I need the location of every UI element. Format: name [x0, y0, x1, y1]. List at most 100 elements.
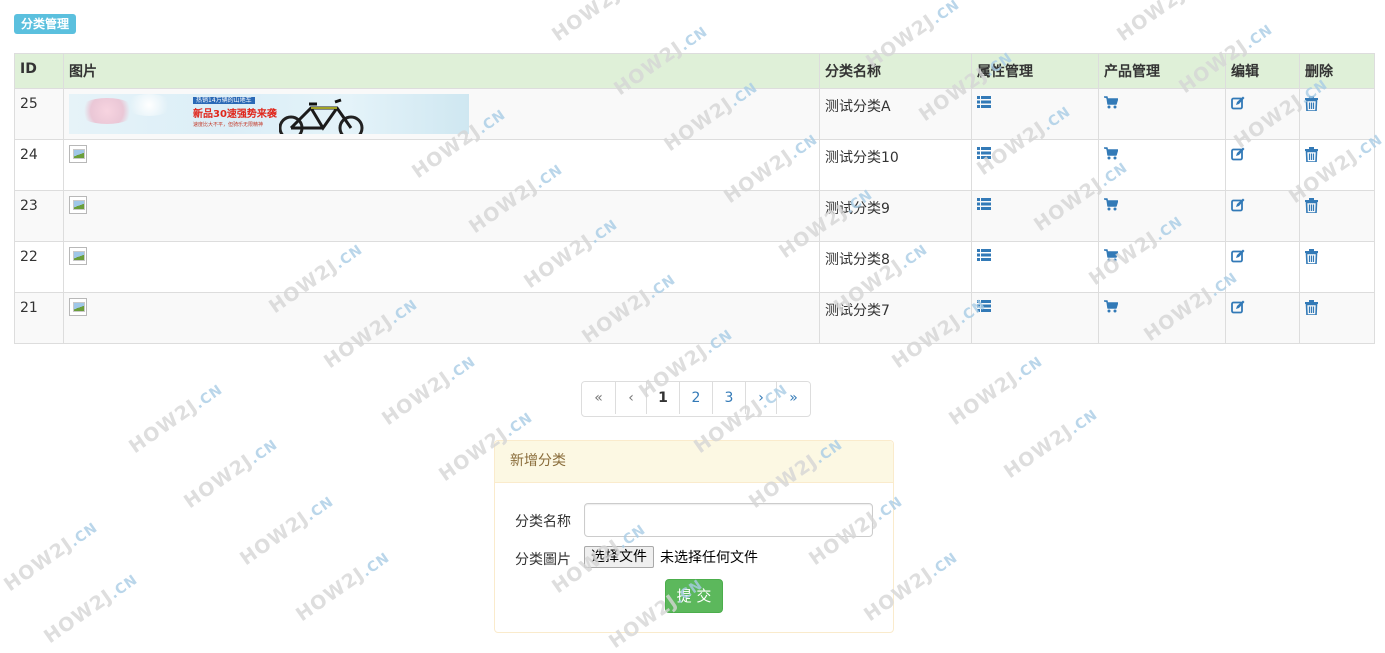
cell-delete [1299, 241, 1375, 293]
category-name-label: 分类名称 [515, 514, 571, 530]
watermark: HOW2J.CN [0, 519, 102, 597]
column-header-property: 属性管理 [971, 53, 1099, 89]
list-icon[interactable] [977, 249, 991, 265]
edit-icon[interactable] [1231, 96, 1245, 114]
list-icon[interactable] [977, 300, 991, 316]
cell-edit [1225, 190, 1300, 242]
cell-image [63, 190, 820, 242]
shopping-cart-icon[interactable] [1104, 249, 1119, 266]
cell-edit [1225, 139, 1300, 191]
column-header-image: 图片 [63, 53, 820, 89]
cell-id: 22 [14, 241, 64, 293]
cell-name: 测试分类7 [819, 292, 972, 344]
cell-delete [1299, 292, 1375, 344]
banner-tag: 热销14万辆的山地车 [193, 97, 255, 104]
table-row: 25 热销14万辆的山地车 新品30速强势来袭 速度比大不平，但骑乐无限精神 测… [14, 88, 1375, 140]
shopping-cart-icon[interactable] [1104, 96, 1119, 113]
column-header-product: 产品管理 [1098, 53, 1226, 89]
pagination-page-3[interactable]: 3 [712, 382, 745, 414]
cell-edit [1225, 241, 1300, 293]
cell-property [971, 139, 1099, 191]
pagination-next[interactable]: › [745, 382, 776, 414]
list-icon[interactable] [977, 198, 991, 214]
table-header-row: ID 图片 分类名称 属性管理 产品管理 编辑 删除 [14, 53, 1375, 89]
trash-icon[interactable] [1305, 300, 1318, 319]
cell-product [1098, 139, 1226, 191]
cell-delete [1299, 88, 1375, 140]
watermark: HOW2J.CN [40, 571, 142, 649]
cell-image [63, 139, 820, 191]
pagination: « ‹ 1 2 3 › » [581, 381, 811, 417]
page-title-badge: 分类管理 [14, 14, 77, 34]
shopping-cart-icon[interactable] [1104, 300, 1119, 317]
watermark: HOW2J.CN [945, 353, 1047, 431]
cell-property [971, 292, 1099, 344]
pagination-prev[interactable]: ‹ [615, 382, 646, 414]
cell-id: 25 [14, 88, 64, 140]
cell-product [1098, 292, 1226, 344]
submit-button[interactable]: 提 交 [665, 579, 723, 613]
watermark: HOW2J.CN [1113, 0, 1214, 47]
edit-icon[interactable] [1231, 147, 1245, 165]
cell-product [1098, 241, 1226, 293]
column-header-edit: 编辑 [1225, 53, 1300, 89]
cell-name: 测试分类9 [819, 190, 972, 242]
category-name-input[interactable] [584, 503, 873, 537]
cell-name: 测试分类A [819, 88, 972, 140]
cell-image [63, 241, 820, 293]
column-header-delete: 删除 [1299, 53, 1375, 89]
shopping-cart-icon[interactable] [1104, 198, 1119, 215]
table-row: 22 测试分类8 [14, 241, 1375, 293]
cell-product [1098, 190, 1226, 242]
panel-heading: 新增分类 [495, 441, 893, 483]
trash-icon[interactable] [1305, 249, 1318, 268]
edit-icon[interactable] [1231, 198, 1245, 216]
trash-icon[interactable] [1305, 147, 1318, 166]
column-header-name: 分类名称 [819, 53, 972, 89]
category-image-label: 分类圖片 [515, 552, 571, 568]
pagination-last[interactable]: » [776, 382, 810, 414]
add-category-panel: 新增分类 分类名称 分类圖片 选择文件 未选择任何文件 提 交 [494, 440, 894, 633]
bicycle-icon [279, 98, 364, 134]
cell-delete [1299, 139, 1375, 191]
watermark: HOW2J.CN [236, 493, 338, 571]
banner-headline: 新品30速强势来袭 [193, 109, 277, 120]
pagination-page-1[interactable]: 1 [646, 382, 679, 414]
pagination-page-2[interactable]: 2 [679, 382, 712, 414]
cell-property [971, 190, 1099, 242]
table-row: 24 测试分类10 [14, 139, 1375, 191]
file-status-text: 未选择任何文件 [660, 550, 758, 566]
shopping-cart-icon[interactable] [1104, 147, 1119, 164]
trash-icon[interactable] [1305, 96, 1318, 115]
cell-property [971, 241, 1099, 293]
list-icon[interactable] [977, 147, 991, 163]
watermark: HOW2J.CN [1000, 406, 1102, 484]
broken-image-icon [69, 298, 87, 316]
banner-subtitle: 速度比大不平，但骑乐无限精神 [193, 122, 264, 128]
broken-image-icon [69, 196, 87, 214]
cell-property [971, 88, 1099, 140]
cell-image: 热销14万辆的山地车 新品30速强势来袭 速度比大不平，但骑乐无限精神 [63, 88, 820, 140]
trash-icon[interactable] [1305, 198, 1318, 217]
cell-id: 24 [14, 139, 64, 191]
broken-image-icon [69, 247, 87, 265]
list-icon[interactable] [977, 96, 991, 112]
watermark: HOW2J.CN [180, 436, 282, 514]
watermark: HOW2J.CN [548, 0, 649, 47]
cell-delete [1299, 190, 1375, 242]
cell-id: 21 [14, 292, 64, 344]
choose-file-button[interactable]: 选择文件 [584, 546, 654, 568]
table-row: 23 测试分类9 [14, 190, 1375, 242]
edit-icon[interactable] [1231, 249, 1245, 267]
watermark: HOW2J.CN [378, 353, 480, 431]
cell-edit [1225, 88, 1300, 140]
category-table: ID 图片 分类名称 属性管理 产品管理 编辑 删除 25 热销14万辆的山地车… [14, 53, 1375, 344]
cell-id: 23 [14, 190, 64, 242]
pagination-first[interactable]: « [582, 382, 615, 414]
cell-name: 测试分类10 [819, 139, 972, 191]
cell-name: 测试分类8 [819, 241, 972, 293]
watermark: HOW2J.CN [292, 549, 394, 627]
watermark: HOW2J.CN [125, 381, 227, 459]
edit-icon[interactable] [1231, 300, 1245, 318]
cell-edit [1225, 292, 1300, 344]
